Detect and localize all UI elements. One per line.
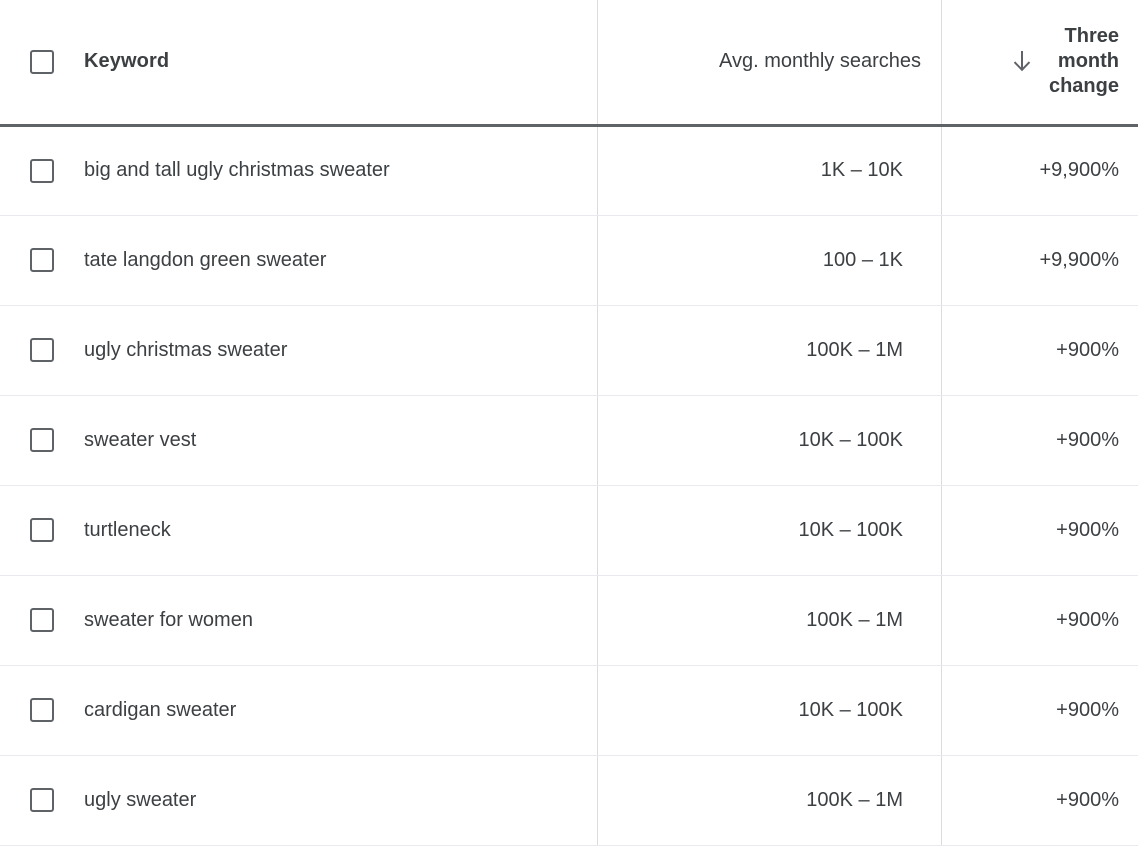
checkbox-unchecked-icon[interactable]	[30, 698, 54, 722]
keyword-text: tate langdon green sweater	[84, 249, 326, 272]
keyword-cell-inner: tate langdon green sweater	[0, 248, 597, 272]
cell-keyword: sweater for women	[0, 575, 598, 665]
checkbox-unchecked-icon[interactable]	[30, 518, 54, 542]
keyword-cell-inner: sweater vest	[0, 428, 597, 452]
cell-avg-monthly-searches: 10K – 100K	[598, 395, 942, 485]
table-row[interactable]: tate langdon green sweater 100 – 1K +9,9…	[0, 215, 1138, 305]
avg-monthly-searches-value: 10K – 100K	[598, 429, 941, 452]
avg-monthly-searches-value: 10K – 100K	[598, 699, 941, 722]
row-checkbox-container	[0, 428, 84, 452]
column-header-three-month-change-label: Three month change	[1049, 24, 1119, 99]
cell-three-month-change: +900%	[942, 665, 1138, 755]
checkbox-unchecked-icon[interactable]	[30, 788, 54, 812]
table-row[interactable]: cardigan sweater 10K – 100K +900%	[0, 665, 1138, 755]
cell-avg-monthly-searches: 100K – 1M	[598, 305, 942, 395]
avg-monthly-searches-value: 100 – 1K	[598, 249, 941, 272]
keyword-text: sweater vest	[84, 429, 196, 452]
avg-monthly-searches-value: 10K – 100K	[598, 519, 941, 542]
keyword-text: turtleneck	[84, 519, 171, 542]
three-month-change-value: +900%	[942, 429, 1138, 452]
three-month-change-value: +9,900%	[942, 249, 1138, 272]
arrow-down-icon[interactable]	[1011, 49, 1033, 75]
table-header: Keyword Avg. monthly searches Three month…	[0, 0, 1138, 125]
checkbox-unchecked-icon[interactable]	[30, 428, 54, 452]
cell-avg-monthly-searches: 100K – 1M	[598, 575, 942, 665]
column-header-avg-monthly-searches-label: Avg. monthly searches	[598, 50, 941, 73]
keyword-text: big and tall ugly christmas sweater	[84, 159, 390, 182]
cell-three-month-change: +900%	[942, 305, 1138, 395]
three-month-change-value: +9,900%	[942, 159, 1138, 182]
cell-avg-monthly-searches: 10K – 100K	[598, 665, 942, 755]
cell-avg-monthly-searches: 10K – 100K	[598, 485, 942, 575]
cell-avg-monthly-searches: 1K – 10K	[598, 125, 942, 215]
cell-three-month-change: +900%	[942, 395, 1138, 485]
checkbox-unchecked-icon[interactable]	[30, 248, 54, 272]
row-checkbox-container	[0, 248, 84, 272]
keyword-ideas-table: Keyword Avg. monthly searches Three month…	[0, 0, 1138, 846]
table-row[interactable]: turtleneck 10K – 100K +900%	[0, 485, 1138, 575]
keyword-cell-inner: ugly christmas sweater	[0, 338, 597, 362]
keyword-header-inner: Keyword	[0, 50, 597, 74]
column-header-three-month-change[interactable]: Three month change	[942, 0, 1138, 125]
cell-keyword: turtleneck	[0, 485, 598, 575]
keyword-text: ugly sweater	[84, 789, 196, 812]
cell-keyword: ugly christmas sweater	[0, 305, 598, 395]
three-month-change-value: +900%	[942, 519, 1138, 542]
cell-avg-monthly-searches: 100K – 1M	[598, 755, 942, 845]
avg-monthly-searches-value: 100K – 1M	[598, 789, 941, 812]
table-row[interactable]: ugly christmas sweater 100K – 1M +900%	[0, 305, 1138, 395]
table-header-row: Keyword Avg. monthly searches Three month…	[0, 0, 1138, 125]
cell-keyword: cardigan sweater	[0, 665, 598, 755]
keyword-cell-inner: ugly sweater	[0, 788, 597, 812]
three-month-change-value: +900%	[942, 789, 1138, 812]
row-checkbox-container	[0, 788, 84, 812]
column-header-keyword-label: Keyword	[84, 50, 169, 73]
keyword-cell-inner: big and tall ugly christmas sweater	[0, 159, 597, 183]
cell-keyword: tate langdon green sweater	[0, 215, 598, 305]
cell-three-month-change: +900%	[942, 575, 1138, 665]
change-header-line-1: Three	[1065, 25, 1119, 47]
checkbox-unchecked-icon[interactable]	[30, 338, 54, 362]
table-row[interactable]: sweater for women 100K – 1M +900%	[0, 575, 1138, 665]
column-header-avg-monthly-searches[interactable]: Avg. monthly searches	[598, 0, 942, 125]
keyword-cell-inner: sweater for women	[0, 608, 597, 632]
avg-monthly-searches-value: 1K – 10K	[598, 159, 941, 182]
change-header-line-2: month	[1058, 50, 1119, 72]
keyword-cell-inner: turtleneck	[0, 518, 597, 542]
column-header-keyword[interactable]: Keyword	[0, 0, 598, 125]
three-month-change-value: +900%	[942, 609, 1138, 632]
three-month-change-value: +900%	[942, 339, 1138, 362]
cell-keyword: sweater vest	[0, 395, 598, 485]
table-body: big and tall ugly christmas sweater 1K –…	[0, 125, 1138, 845]
table-row[interactable]: sweater vest 10K – 100K +900%	[0, 395, 1138, 485]
three-month-change-header-inner: Three month change	[942, 24, 1138, 99]
checkbox-unchecked-icon[interactable]	[30, 159, 54, 183]
checkbox-unchecked-icon[interactable]	[30, 50, 54, 74]
table-row[interactable]: big and tall ugly christmas sweater 1K –…	[0, 125, 1138, 215]
row-checkbox-container	[0, 608, 84, 632]
cell-keyword: big and tall ugly christmas sweater	[0, 125, 598, 215]
avg-monthly-searches-value: 100K – 1M	[598, 609, 941, 632]
keyword-text: cardigan sweater	[84, 699, 236, 722]
keyword-text: ugly christmas sweater	[84, 339, 287, 362]
avg-monthly-searches-value: 100K – 1M	[598, 339, 941, 362]
checkbox-unchecked-icon[interactable]	[30, 608, 54, 632]
row-checkbox-container	[0, 518, 84, 542]
cell-avg-monthly-searches: 100 – 1K	[598, 215, 942, 305]
keyword-cell-inner: cardigan sweater	[0, 698, 597, 722]
row-checkbox-container	[0, 698, 84, 722]
cell-three-month-change: +9,900%	[942, 125, 1138, 215]
change-header-line-3: change	[1049, 75, 1119, 97]
cell-keyword: ugly sweater	[0, 755, 598, 845]
table-row[interactable]: ugly sweater 100K – 1M +900%	[0, 755, 1138, 845]
three-month-change-value: +900%	[942, 699, 1138, 722]
cell-three-month-change: +900%	[942, 755, 1138, 845]
cell-three-month-change: +9,900%	[942, 215, 1138, 305]
row-checkbox-container	[0, 159, 84, 183]
select-all-checkbox-container	[0, 50, 84, 74]
row-checkbox-container	[0, 338, 84, 362]
cell-three-month-change: +900%	[942, 485, 1138, 575]
keyword-text: sweater for women	[84, 609, 253, 632]
